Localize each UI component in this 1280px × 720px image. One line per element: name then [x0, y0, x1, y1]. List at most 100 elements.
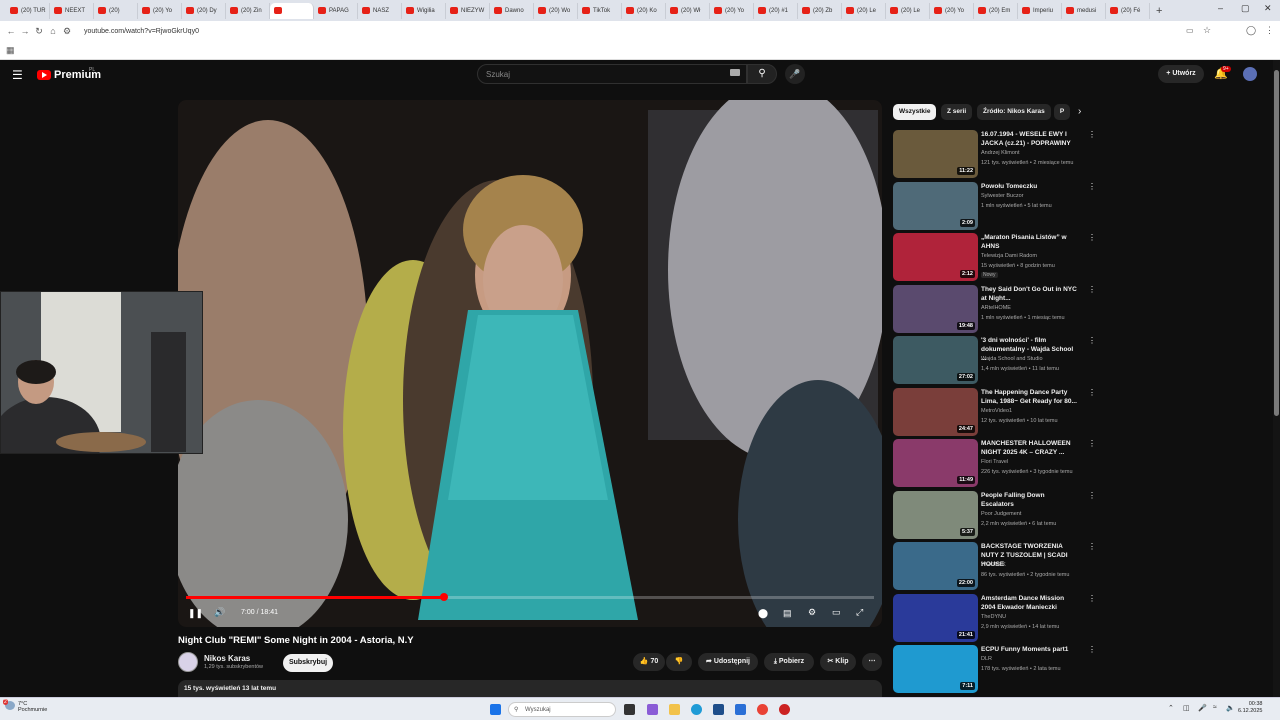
scrollbar-thumb[interactable]	[1274, 70, 1279, 416]
browser-tab[interactable]: (20) Yo	[138, 2, 182, 19]
browser-tab[interactable]: (20) #1	[754, 2, 798, 19]
browser-tab[interactable]: (20) Wł	[666, 2, 710, 19]
chevron-right-icon[interactable]: ›	[1078, 106, 1081, 117]
video-thumbnail[interactable]: 24:47	[893, 387, 978, 436]
recommendation-channel[interactable]: ARtelHOME	[981, 305, 1011, 311]
recommendation-channel[interactable]: Telewizja Dami Radom	[981, 253, 1037, 259]
volume-tray-icon[interactable]: 🔈	[1226, 704, 1235, 712]
more-options-icon[interactable]: ⋮	[1088, 130, 1096, 139]
site-info-icon[interactable]: ⚙	[60, 26, 74, 37]
progress-bar[interactable]	[186, 593, 874, 601]
profile-icon[interactable]: ◯	[1246, 25, 1256, 36]
browser-tab[interactable]: medusi	[1062, 2, 1106, 19]
home-icon[interactable]: ⌂	[46, 26, 60, 36]
browser-tab[interactable]: (20) Yo	[930, 2, 974, 19]
apps-grid-icon[interactable]: ▦	[6, 45, 15, 56]
clock[interactable]: 00:38 6.12.2025	[1238, 701, 1262, 715]
weather-widget[interactable]: 2 7°C Pochmurnie	[3, 699, 47, 713]
recommendation-channel[interactable]: DLR	[981, 656, 992, 662]
minimize-button[interactable]: –	[1218, 3, 1223, 13]
recommendation-channel[interactable]: TheDYNU	[981, 614, 1006, 620]
recommendation-item[interactable]: 11:49 MANCHESTER HALLOWEEN NIGHT 2025 4K …	[893, 439, 1096, 487]
chip-source[interactable]: Źródło: Nikos Karas	[977, 104, 1051, 120]
recommendation-title[interactable]: 16.07.1994 - WESELE EWY I JACKA (cz.21) …	[981, 130, 1079, 148]
recommendation-item[interactable]: 24:47 The Happening Dance Party Lima, 198…	[893, 387, 1096, 436]
more-options-icon[interactable]: ⋮	[1088, 182, 1096, 191]
browser-tab[interactable]: Imperiu	[1018, 2, 1062, 19]
file-explorer-icon[interactable]	[669, 704, 680, 715]
browser-tab[interactable]: (20) Ko	[622, 2, 666, 19]
dislike-button[interactable]: 👎	[666, 653, 692, 671]
recommendation-title[interactable]: „Maraton Pisania Listów” w AHNS	[981, 233, 1079, 251]
browser-menu-icon[interactable]: ⋮	[1265, 25, 1274, 36]
browser-tab[interactable]: NASZ	[358, 2, 402, 19]
more-options-icon[interactable]: ⋮	[1088, 336, 1096, 345]
more-options-icon[interactable]: ⋮	[1088, 388, 1096, 397]
browser-tab[interactable]: Dawno	[490, 2, 534, 19]
clip-button[interactable]: ✂ Klip	[820, 653, 856, 671]
network-icon[interactable]: ◫	[1183, 704, 1190, 712]
recommendation-title[interactable]: People Falling Down Escalators	[981, 491, 1079, 509]
more-options-icon[interactable]: ⋮	[1088, 645, 1096, 654]
search-button[interactable]: ⚲	[747, 64, 777, 84]
more-options-icon[interactable]: ⋮	[1088, 542, 1096, 551]
voice-search-button[interactable]: 🎤	[785, 64, 805, 84]
browser-tab[interactable]: (20) Wo	[534, 2, 578, 19]
chip-all[interactable]: Wszystkie	[893, 104, 937, 120]
task-view-icon[interactable]	[624, 704, 635, 715]
subscribe-button[interactable]: Subskrybuj	[283, 654, 333, 672]
avatar[interactable]	[1243, 67, 1257, 81]
pause-icon[interactable]: ❚❚	[188, 608, 203, 619]
recommendation-item[interactable]: 21:41 Amsterdam Dance Mission 2004 Ekwado…	[893, 593, 1096, 642]
settings-gear-icon[interactable]: ⚙	[808, 607, 816, 618]
more-options-icon[interactable]: ⋮	[1088, 491, 1096, 500]
more-options-icon[interactable]: ⋮	[1088, 233, 1096, 242]
browser-tab[interactable]: Wigilia	[402, 2, 446, 19]
browser-tab[interactable]: (20) Yo	[710, 2, 754, 19]
recommendation-title[interactable]: MANCHESTER HALLOWEEN NIGHT 2025 4K – CRA…	[981, 439, 1079, 457]
video-thumbnail[interactable]: 22:00	[893, 542, 978, 590]
recommendation-channel[interactable]: Sylwester Buczor	[981, 193, 1024, 199]
like-button[interactable]: 👍 70	[633, 653, 665, 671]
cast-icon[interactable]: ▭	[1186, 26, 1194, 35]
recommendation-channel[interactable]: Andrzej Klimont	[981, 150, 1020, 156]
new-tab-button[interactable]: +	[1156, 5, 1162, 17]
browser-tab[interactable]: (20) TUR	[6, 2, 50, 19]
browser-tab[interactable]: NIEZYW	[446, 2, 490, 19]
recommendation-item[interactable]: 22:00 BACKSTAGE TWORZENIA NUTY Z TUSZOLEM…	[893, 542, 1096, 590]
video-thumbnail[interactable]: 11:49	[893, 439, 978, 487]
recommendation-item[interactable]: 5:37 People Falling Down Escalators Poor J…	[893, 490, 1096, 539]
video-player[interactable]: ❚❚ 🔊 7:00 / 18:41 ⬤ ▤ ⚙ ▭ ⤢	[178, 100, 882, 627]
video-thumbnail[interactable]: 7:11	[893, 645, 978, 693]
browser-tab[interactable]: (20) Zin	[226, 2, 270, 19]
search-input[interactable]: Szukaj	[477, 64, 747, 84]
fullscreen-icon[interactable]: ⤢	[856, 607, 863, 618]
tray-chevron-icon[interactable]: ⌃	[1168, 704, 1174, 712]
scrubber-handle[interactable]	[440, 593, 448, 601]
recommendation-channel[interactable]: WRONEK	[981, 562, 1006, 568]
recommendation-title[interactable]: The Happening Dance Party Lima, 1988~ Ge…	[981, 388, 1079, 406]
more-options-icon[interactable]: ⋮	[1088, 439, 1096, 448]
recommendation-channel[interactable]: Flori Travel	[981, 459, 1008, 465]
video-thumbnail[interactable]: 2:09	[893, 181, 978, 230]
browser-tab[interactable]: (20) Zb	[798, 2, 842, 19]
chip-more[interactable]: P	[1054, 104, 1070, 120]
windows-start-icon[interactable]	[490, 704, 501, 715]
download-button[interactable]: ⤓ Pobierz	[764, 653, 814, 671]
edge-icon[interactable]	[691, 704, 702, 715]
keyboard-icon[interactable]	[730, 69, 740, 76]
video-thumbnail[interactable]: 5:37	[893, 490, 978, 539]
channel-name[interactable]: Nikos Karas	[204, 654, 250, 663]
theater-mode-icon[interactable]: ▭	[832, 607, 841, 618]
url-field[interactable]: youtube.com/watch?v=RjwoGkrUqy0	[84, 25, 1184, 38]
create-button[interactable]: + Utwórz	[1158, 65, 1204, 83]
wifi-icon[interactable]: ≈	[1213, 704, 1217, 711]
recommendation-item[interactable]: 11:22 16.07.1994 - WESELE EWY I JACKA (cz…	[893, 130, 1096, 178]
recommendation-channel[interactable]: MetroVideo1	[981, 408, 1012, 414]
recommendation-item[interactable]: 19:48 They Said Don't Go Out in NYC at Ni…	[893, 284, 1096, 333]
browser-tab[interactable]: TikTok	[578, 2, 622, 19]
recommendation-title[interactable]: They Said Don't Go Out in NYC at Night..…	[981, 285, 1079, 303]
back-icon[interactable]: ←	[4, 26, 18, 36]
forward-icon[interactable]: →	[18, 26, 32, 36]
browser-tab[interactable]	[270, 2, 314, 19]
